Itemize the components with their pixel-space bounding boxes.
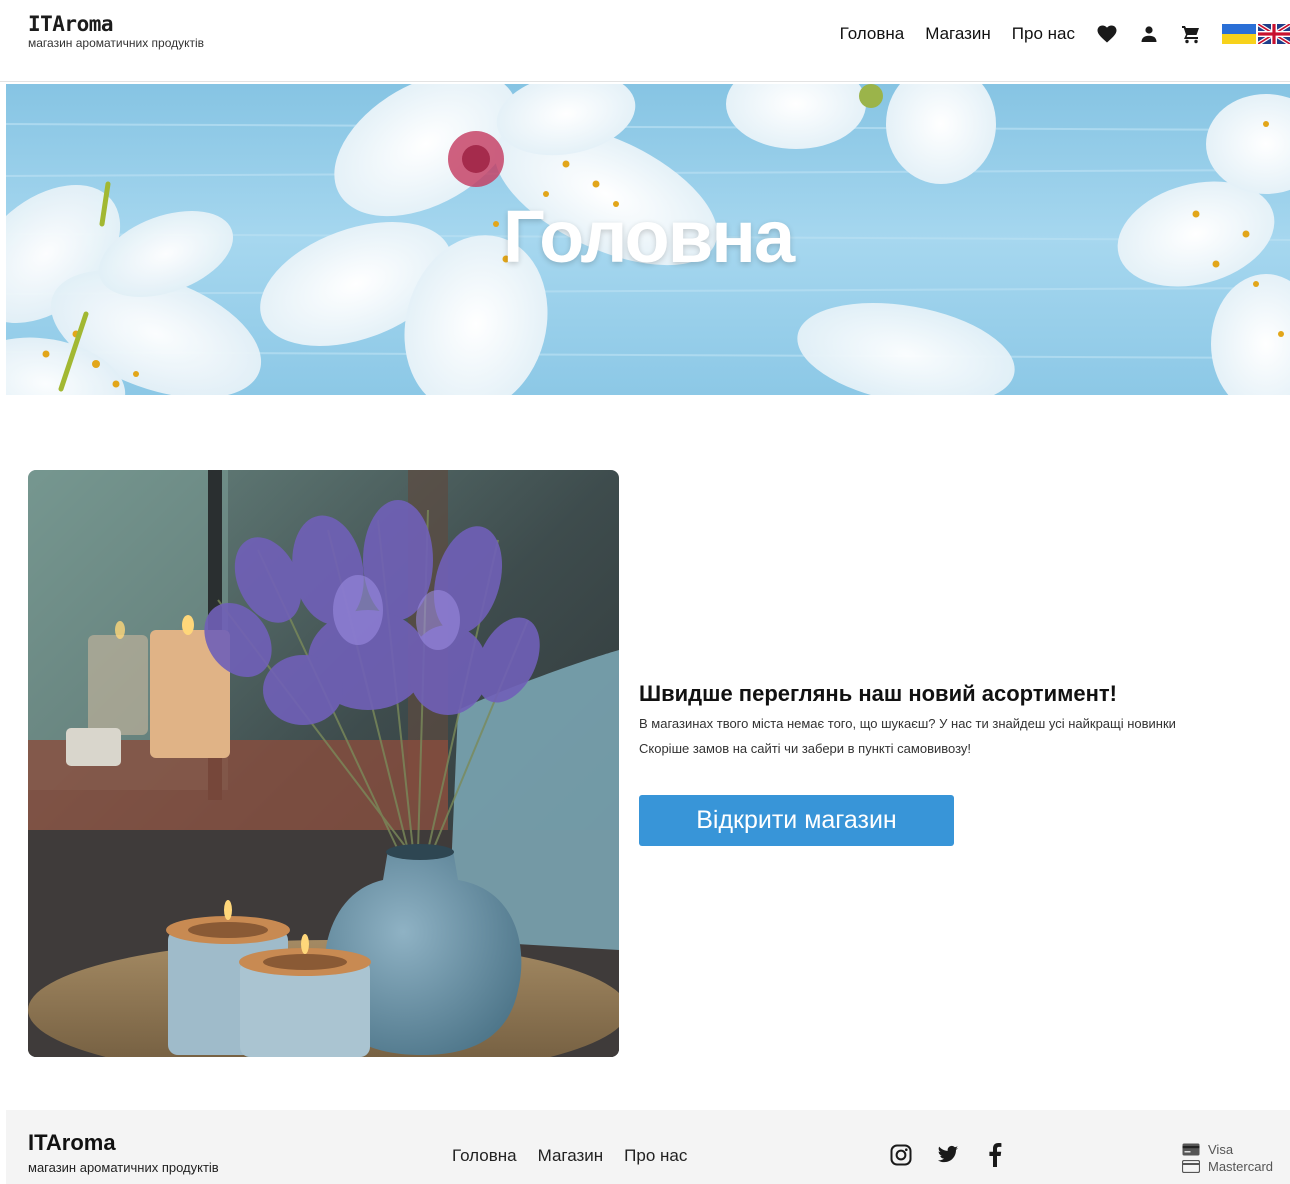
instagram-icon[interactable] xyxy=(890,1144,912,1166)
flag-gb-icon[interactable] xyxy=(1256,22,1290,46)
promo-description: В магазинах твого міста немає того, що ш… xyxy=(639,716,1176,731)
credit-card-icon xyxy=(1182,1143,1200,1156)
flag-ua-icon[interactable] xyxy=(1222,24,1256,44)
open-shop-button[interactable]: Відкрити магазин xyxy=(639,795,954,846)
brand-logo[interactable]: ITAroma магазин ароматичних продуктів xyxy=(28,12,204,50)
promo-note: Скоріше замов на сайті чи забери в пункт… xyxy=(639,741,972,756)
brand-title[interactable]: ITAroma xyxy=(28,12,204,36)
footer-nav-about[interactable]: Про нас xyxy=(624,1146,687,1166)
user-icon[interactable] xyxy=(1138,23,1160,45)
main-nav: Головна Магазин Про нас xyxy=(840,20,1290,48)
footer-brand[interactable]: ITAroma магазин ароматичних продуктів xyxy=(28,1130,219,1176)
hero-banner: Головна xyxy=(6,84,1290,395)
cart-icon[interactable] xyxy=(1180,23,1202,45)
payment-mastercard-label: Mastercard xyxy=(1208,1159,1274,1174)
footer-brand-title[interactable]: ITAroma xyxy=(28,1130,219,1156)
footer-nav-home[interactable]: Головна xyxy=(452,1146,517,1166)
twitter-icon[interactable] xyxy=(937,1144,959,1166)
footer-nav-shop[interactable]: Магазин xyxy=(538,1146,604,1166)
payment-mastercard: Mastercard xyxy=(1182,1158,1273,1175)
hero-title: Головна xyxy=(502,195,795,278)
nav-shop[interactable]: Магазин xyxy=(925,20,991,48)
heart-icon[interactable] xyxy=(1096,23,1118,45)
footer-payments: Visa Mastercard xyxy=(1182,1141,1273,1175)
nav-about[interactable]: Про нас xyxy=(1012,20,1075,48)
footer-brand-tagline: магазин ароматичних продуктів xyxy=(28,1160,219,1175)
nav-home[interactable]: Головна xyxy=(840,20,905,48)
footer-social xyxy=(890,1143,1031,1167)
facebook-icon[interactable] xyxy=(984,1143,1006,1167)
credit-card-icon xyxy=(1182,1160,1200,1173)
promo-text-block: Швидше переглянь наш новий асортимент! В… xyxy=(639,680,1279,756)
promo-heading: Швидше переглянь наш новий асортимент! xyxy=(639,681,1117,706)
brand-tagline: магазин ароматичних продуктів xyxy=(28,36,205,50)
payment-visa: Visa xyxy=(1182,1141,1273,1158)
promo-lavender-image xyxy=(28,470,619,1057)
site-footer: ITAroma магазин ароматичних продуктів Го… xyxy=(6,1110,1290,1184)
site-header: ITAroma магазин ароматичних продуктів Го… xyxy=(0,0,1290,82)
payment-visa-label: Visa xyxy=(1208,1142,1234,1157)
footer-nav: Головна Магазин Про нас xyxy=(452,1146,708,1166)
